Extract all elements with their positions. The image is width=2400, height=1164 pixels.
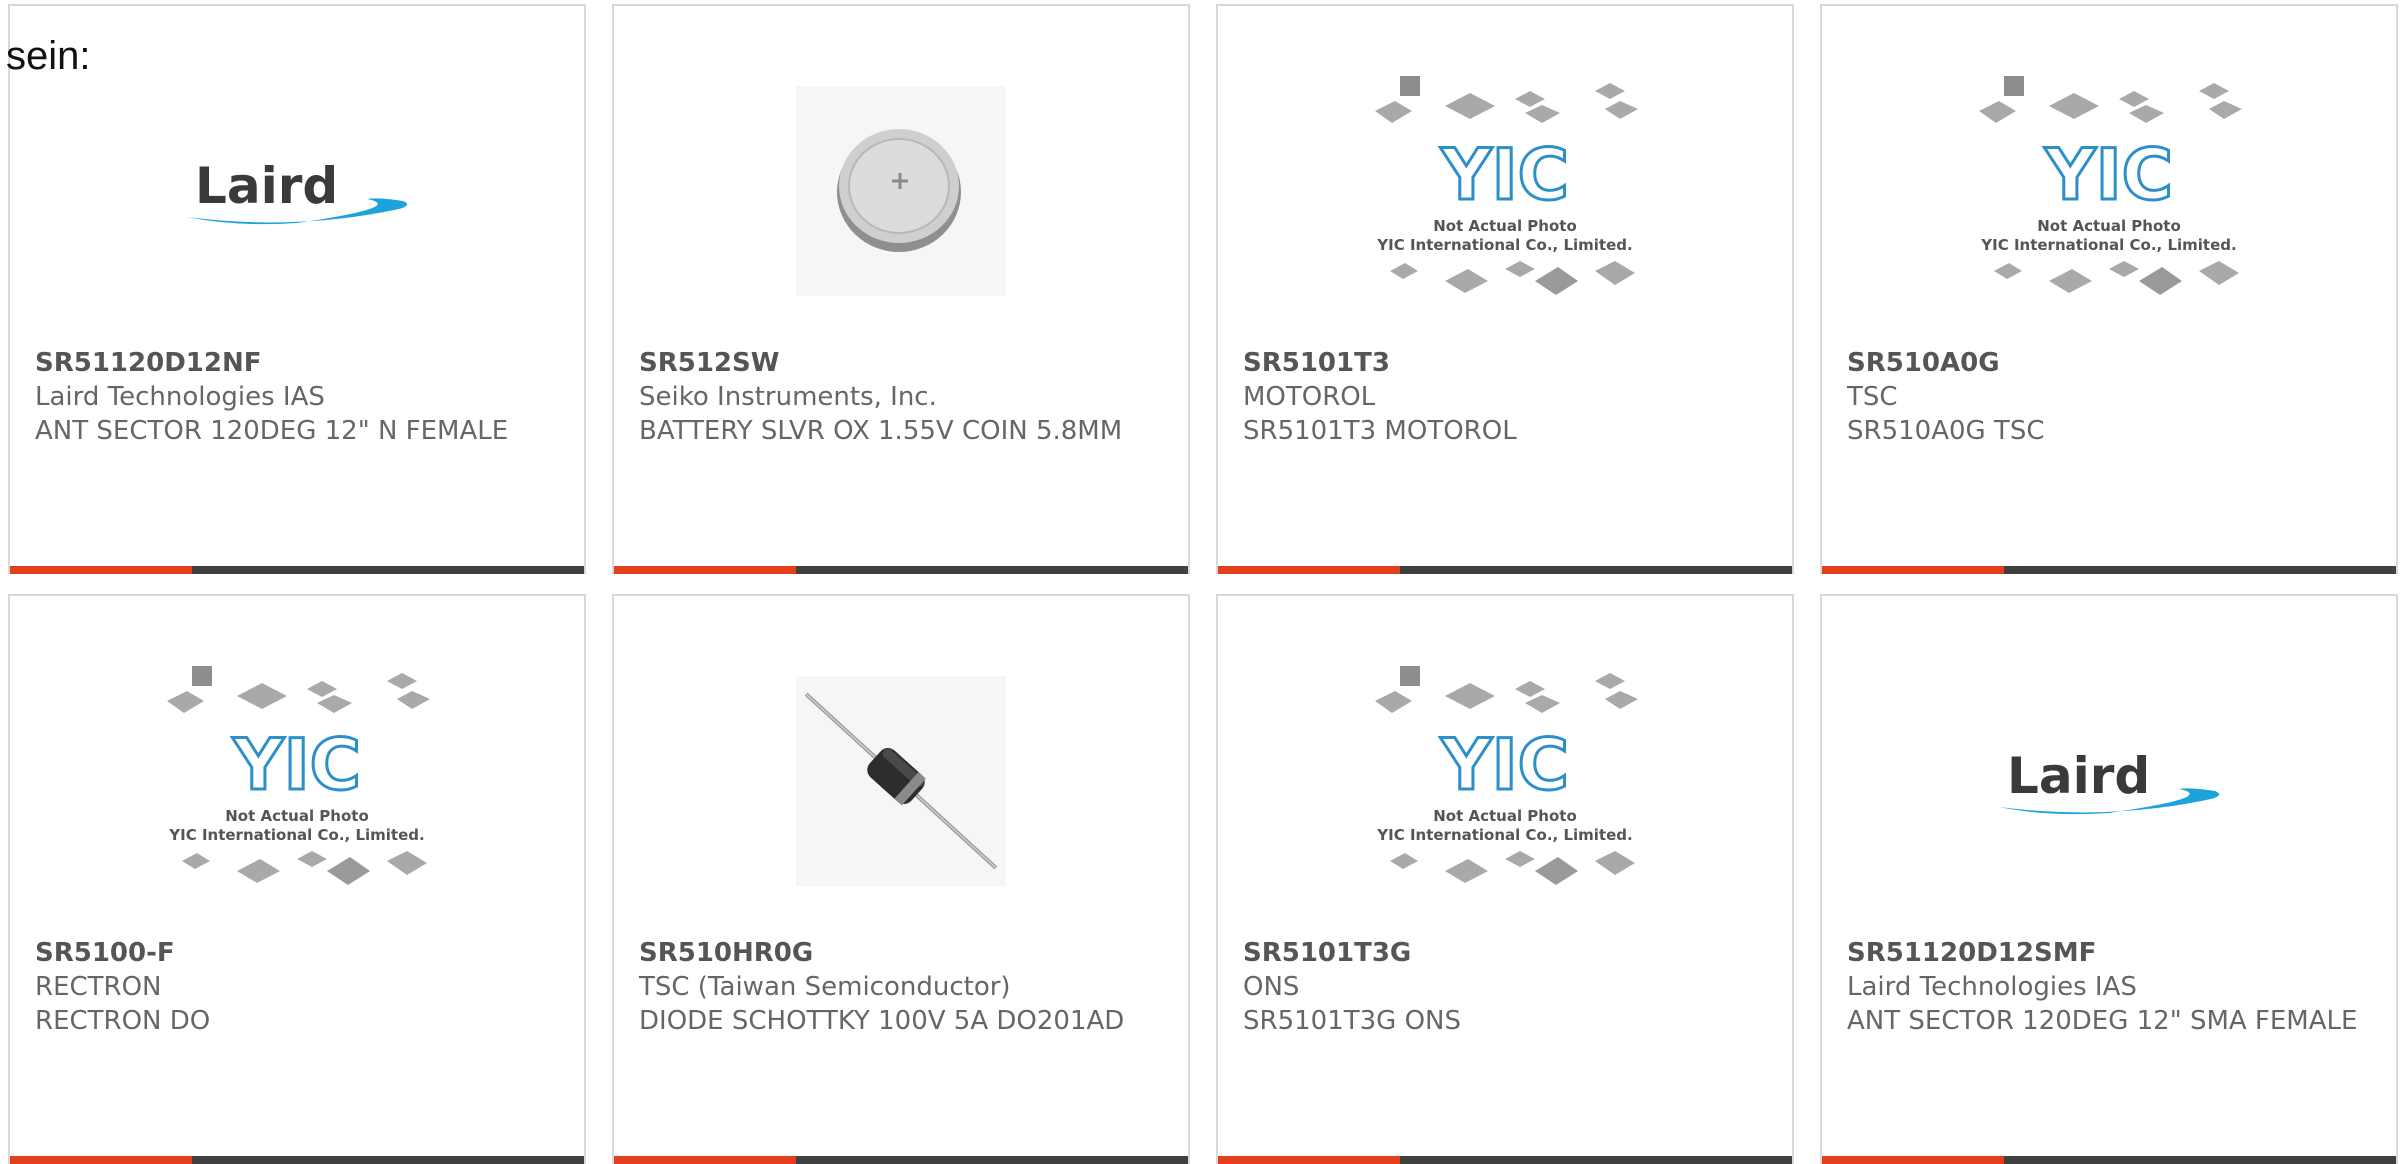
card-bar-accent [1822,1156,2004,1164]
card-bar [1822,566,2396,574]
part-number[interactable]: SR512SW [639,346,1168,380]
yic-line-2: YIC International Co., Limited. [1376,826,1632,844]
yic-placeholder-image: YIC Not Actual Photo YIC International C… [1375,666,1638,885]
yic-line-1: Not Actual Photo [2037,217,2181,235]
yic-logo-text: YIC [1440,134,1569,216]
card-bar [1218,566,1792,574]
description: ANT SECTOR 120DEG 12" SMA FEMALE [1847,1006,2358,1036]
yic-line-1: Not Actual Photo [1433,217,1577,235]
product-grid: Laird SR51120D12NF Laird Technologies IA… [0,0,2400,1164]
description: BATTERY SLVR OX 1.55V COIN 5.8MM [639,416,1123,446]
product-card[interactable]: YIC Not Actual Photo YIC International C… [1216,4,1794,574]
laird-logo-text: Laird [195,157,338,215]
description: SR510A0G TSC [1847,416,2045,446]
laird-logo-text: Laird [2007,747,2150,805]
yic-line-1: Not Actual Photo [225,807,369,825]
card-bar-accent [1218,566,1400,574]
product-card[interactable]: SR510HR0G TSC (Taiwan Semiconductor) DIO… [612,594,1190,1164]
manufacturer: Laird Technologies IAS [1847,972,2137,1002]
card-bar [10,1156,584,1164]
yic-line-1: Not Actual Photo [1433,807,1577,825]
product-image[interactable] [614,656,1188,906]
coin-battery-image [796,86,1006,296]
manufacturer: MOTOROL [1243,382,1376,412]
product-card[interactable]: YIC Not Actual Photo YIC International C… [8,594,586,1164]
manufacturer: TSC (Taiwan Semiconductor) [639,972,1011,1002]
product-image[interactable]: Laird [10,66,584,316]
manufacturer: Laird Technologies IAS [35,382,325,412]
card-bar-accent [614,566,796,574]
product-card[interactable]: Laird SR51120D12NF Laird Technologies IA… [8,4,586,574]
product-card[interactable]: Laird SR51120D12SMF Laird Technologies I… [1820,594,2398,1164]
yic-line-2: YIC International Co., Limited. [1376,236,1632,254]
part-number[interactable]: SR5101T3 [1243,346,1772,380]
card-bar [1218,1156,1792,1164]
product-image[interactable]: YIC Not Actual Photo YIC International C… [1218,656,1792,906]
product-image[interactable]: YIC Not Actual Photo YIC International C… [1822,66,2396,316]
card-bar-accent [614,1156,796,1164]
description: DIODE SCHOTTKY 100V 5A DO201AD [639,1006,1125,1036]
part-number[interactable]: SR510HR0G [639,936,1168,970]
diode-image [796,676,1006,886]
part-number[interactable]: SR5101T3G [1243,936,1772,970]
yic-logo-text: YIC [1440,724,1569,806]
description: SR5101T3G ONS [1243,1006,1461,1036]
part-number[interactable]: SR51120D12NF [35,346,564,380]
product-card[interactable]: YIC Not Actual Photo YIC International C… [1216,594,1794,1164]
card-bar-accent [10,1156,192,1164]
card-bar-accent [10,566,192,574]
yic-placeholder-image: YIC Not Actual Photo YIC International C… [167,666,430,885]
description: RECTRON DO [35,1006,211,1036]
part-number[interactable]: SR510A0G [1847,346,2376,380]
yic-logo-text: YIC [2044,134,2173,216]
manufacturer: ONS [1243,972,1300,1002]
card-bar [614,566,1188,574]
product-image[interactable]: YIC Not Actual Photo YIC International C… [10,656,584,906]
part-number[interactable]: SR5100-F [35,936,564,970]
manufacturer: Seiko Instruments, Inc. [639,382,937,412]
laird-logo-image: Laird [1999,747,2220,815]
manufacturer: TSC [1847,382,1898,412]
card-bar [10,566,584,574]
product-image[interactable] [614,66,1188,316]
manufacturer: RECTRON [35,972,162,1002]
laird-logo-image: Laird [187,157,408,225]
description: SR5101T3 MOTOROL [1243,416,1517,446]
card-bar [1822,1156,2396,1164]
card-bar-accent [1218,1156,1400,1164]
product-card[interactable]: YIC Not Actual Photo YIC International C… [1820,4,2398,574]
yic-line-2: YIC International Co., Limited. [168,826,424,844]
description: ANT SECTOR 120DEG 12" N FEMALE [35,416,509,446]
product-image[interactable]: YIC Not Actual Photo YIC International C… [1218,66,1792,316]
card-bar-accent [1822,566,2004,574]
yic-line-2: YIC International Co., Limited. [1980,236,2236,254]
intro-text: sein: [6,34,91,78]
yic-placeholder-image: YIC Not Actual Photo YIC International C… [1979,76,2242,295]
card-bar [614,1156,1188,1164]
part-number[interactable]: SR51120D12SMF [1847,936,2376,970]
product-card[interactable]: SR512SW Seiko Instruments, Inc. BATTERY … [612,4,1190,574]
yic-logo-text: YIC [232,724,361,806]
yic-placeholder-image: YIC Not Actual Photo YIC International C… [1375,76,1638,295]
product-image[interactable]: Laird [1822,656,2396,906]
